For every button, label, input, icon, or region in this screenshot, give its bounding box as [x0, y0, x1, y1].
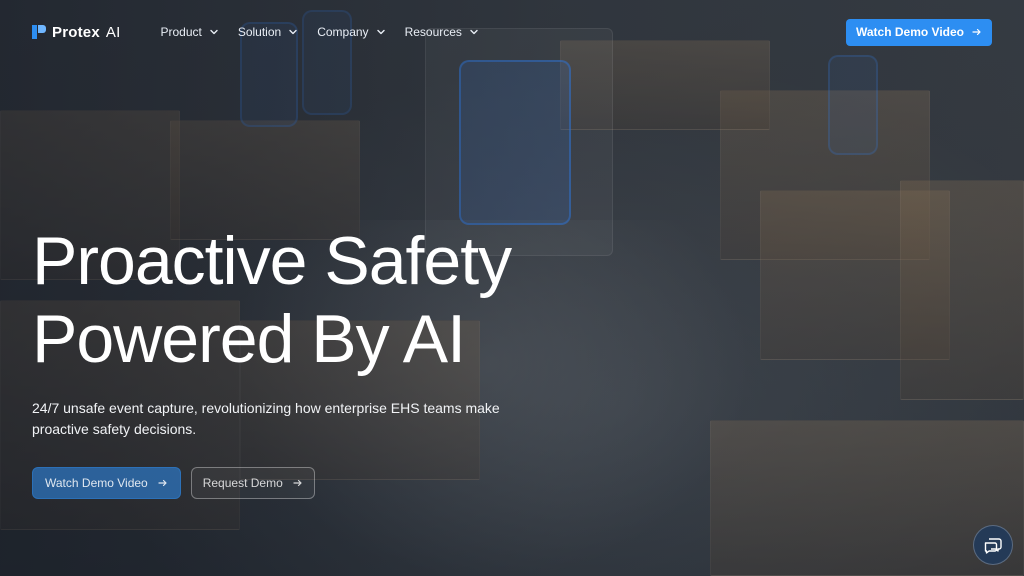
arrow-right-icon — [158, 479, 167, 487]
arrow-right-icon — [972, 28, 981, 36]
arrow-right-icon — [293, 479, 302, 487]
hero-secondary-cta-label: Request Demo — [202, 476, 283, 490]
nav-item-product[interactable]: Product — [160, 25, 219, 39]
nav-cta-label: Watch Demo Video — [855, 25, 964, 39]
request-demo-button[interactable]: Request Demo — [190, 467, 315, 499]
chat-bubble-icon — [984, 538, 1002, 554]
nav-item-label: Solution — [237, 25, 282, 39]
chevron-down-icon — [470, 29, 478, 35]
nav-item-label: Product — [160, 25, 202, 39]
protex-logo-icon — [32, 25, 46, 39]
nav-item-label: Resources — [404, 25, 462, 39]
nav-item-solution[interactable]: Solution — [238, 25, 299, 39]
nav-item-company[interactable]: Company — [317, 25, 386, 39]
hero-title-line-2: Powered By AI — [32, 301, 466, 377]
chevron-down-icon — [210, 29, 218, 35]
nav-item-label: Company — [317, 25, 369, 39]
top-navbar: Protex AI Product Solution Company Resou… — [0, 0, 1024, 64]
chevron-down-icon — [376, 29, 385, 35]
brand-suffix: AI — [105, 23, 121, 41]
hero-primary-cta-label: Watch Demo Video — [45, 476, 148, 490]
brand-logo[interactable]: Protex AI — [32, 24, 120, 41]
hero-cta-row: Watch Demo Video Request Demo — [32, 467, 315, 499]
hero-title: Proactive Safety Powered By AI — [32, 222, 592, 378]
watch-demo-video-button[interactable]: Watch Demo Video — [845, 18, 992, 46]
chevron-down-icon — [289, 29, 297, 35]
main-menu: Product Solution Company Resources — [160, 25, 479, 39]
chat-widget-button[interactable] — [973, 525, 1013, 565]
hero-subtitle: 24/7 unsafe event capture, revolutionizi… — [32, 400, 500, 437]
hero-title-line-1: Proactive Safety — [32, 223, 512, 299]
brand-name: Protex — [52, 23, 100, 41]
nav-item-resources[interactable]: Resources — [405, 25, 480, 39]
hero-watch-demo-video-button[interactable]: Watch Demo Video — [32, 467, 181, 499]
